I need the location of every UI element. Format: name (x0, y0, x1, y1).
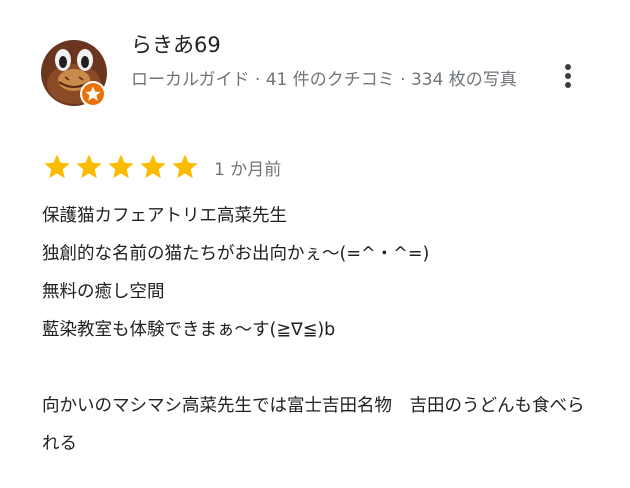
star-rating (42, 152, 202, 182)
star-icon (76, 154, 102, 179)
review-date: 1 か月前 (214, 159, 282, 180)
star-icon (140, 154, 166, 179)
star-icon (44, 154, 70, 179)
review-line: 藍染教室も体験できまぁ〜す(≧∇≦)b (42, 320, 336, 340)
star-badge-icon (80, 81, 106, 107)
reviewer-meta: ローカルガイド · 41 件のクチコミ · 334 枚の写真 (131, 70, 517, 90)
more-options-button[interactable] (552, 60, 584, 92)
review-line (42, 349, 587, 387)
review-card: らきあ69 ローカルガイド · 41 件のクチコミ · 334 枚の写真 1 か… (0, 0, 630, 488)
more-vert-icon (565, 64, 571, 88)
review-text: 保護猫カフェアトリエ高菜先生 独創的な名前の猫たちがお出向かぇ〜(=^・^=) … (42, 197, 587, 463)
local-guide-badge (79, 80, 107, 108)
review-line: 向かいのマシマシ高菜先生では富士吉田名物 吉田のうどんも食べられる (42, 396, 585, 454)
review-line: 独創的な名前の猫たちがお出向かぇ〜(=^・^=) (42, 244, 430, 264)
star-icon (172, 154, 198, 179)
reviewer-name[interactable]: らきあ69 (131, 30, 221, 60)
rating-row: 1 か月前 (42, 152, 281, 182)
reviewer-avatar-container[interactable] (41, 40, 107, 108)
star-icon (108, 154, 134, 179)
review-line: 無料の癒し空間 (42, 282, 165, 302)
review-line: 保護猫カフェアトリエ高菜先生 (42, 206, 287, 226)
